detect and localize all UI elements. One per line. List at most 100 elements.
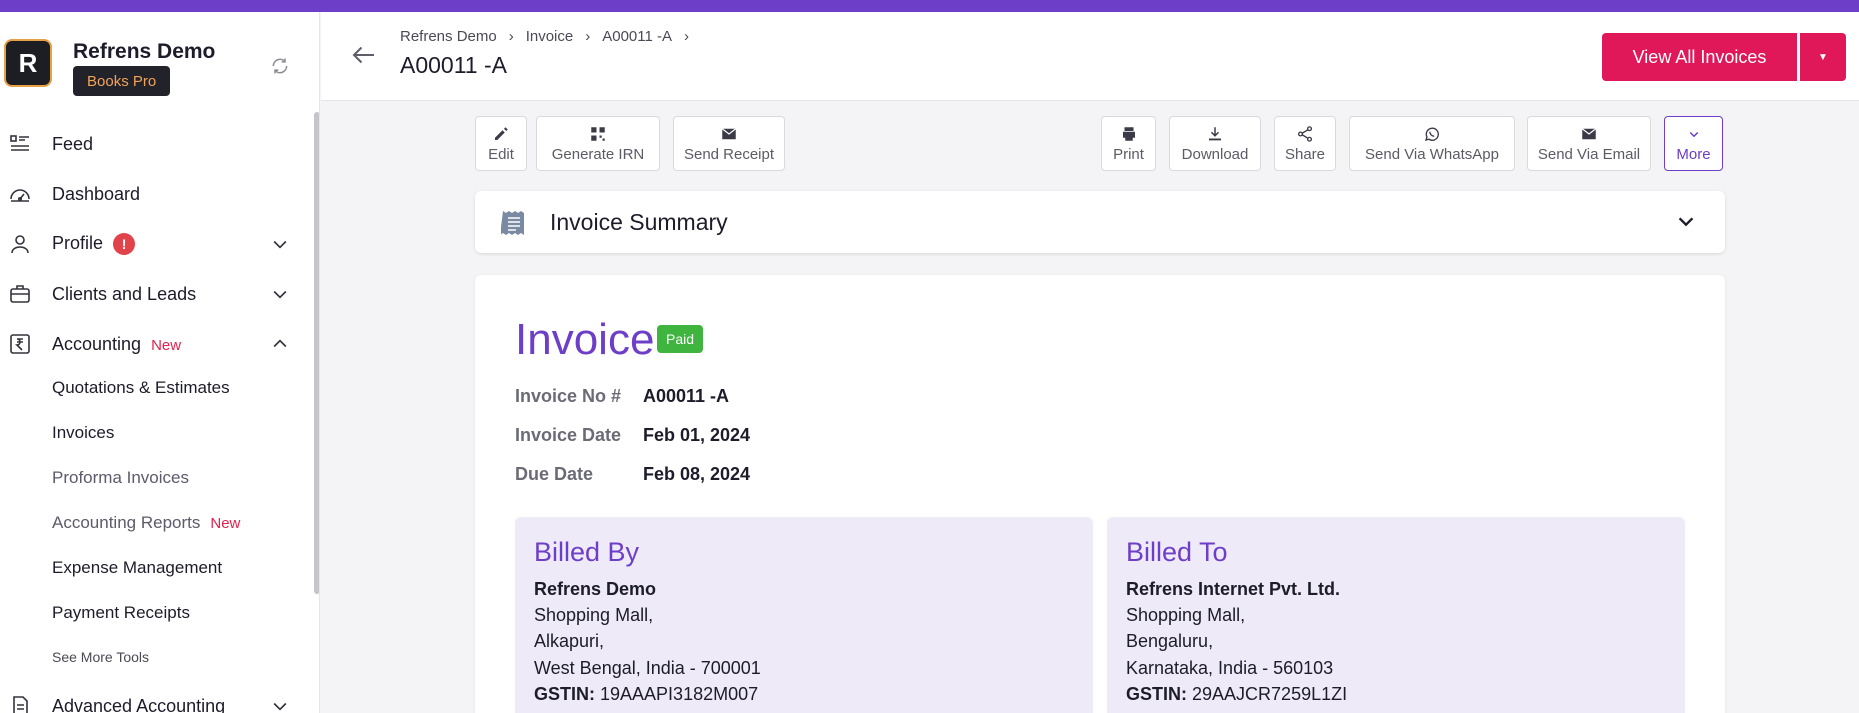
billed-by-address-line3: West Bengal, India - 700001 [534, 658, 761, 678]
due-date-value: Feb 08, 2024 [643, 464, 751, 484]
billed-to-gstin: GSTIN: 29AAJCR7259L1ZI [1126, 684, 1347, 705]
sidebar-item-label: Feed [52, 133, 94, 154]
send-receipt-label: Send Receipt [683, 145, 775, 163]
chevron-right-icon: › [585, 28, 591, 45]
view-all-invoices-button[interactable]: View All Invoices [1602, 33, 1797, 81]
user-icon [11, 235, 29, 254]
chevron-right-icon: › [684, 28, 690, 45]
plan-badge: Books Pro [73, 66, 171, 96]
more-label: More [1676, 145, 1711, 163]
send-receipt-button[interactable]: Send Receipt [673, 116, 785, 171]
org-name: Refrens Demo [73, 40, 216, 63]
accounting-label: Accounting [52, 333, 142, 354]
send-email-button[interactable]: Send Via Email [1527, 116, 1651, 171]
back-arrow-icon[interactable] [349, 40, 379, 70]
speedometer-icon [10, 189, 30, 202]
chevron-down-icon [273, 290, 287, 299]
breadcrumb-current[interactable]: A00011 -A [602, 28, 672, 45]
new-badge: New [210, 515, 241, 532]
sidebar-item-label: Clients and Leads [52, 283, 197, 304]
sidebar-item-label: Profile! [52, 233, 136, 255]
printer-icon [1122, 126, 1135, 141]
document-icon [13, 696, 28, 713]
sidebar-subitem-proforma[interactable]: Proforma Invoices [52, 468, 189, 488]
sidebar-item-label: Advanced Accounting [52, 695, 226, 713]
mail-icon [721, 127, 737, 139]
billed-by-name: Refrens Demo [534, 579, 657, 599]
edit-button[interactable]: Edit [475, 116, 527, 171]
sidebar-item-accounting[interactable]: Accounting New [0, 324, 300, 364]
generate-irn-label: Generate IRN [551, 145, 645, 163]
mail-icon [1581, 127, 1597, 139]
billed-to-address-line3: Karnataka, India - 560103 [1126, 658, 1334, 678]
org-switcher[interactable]: R Refrens Demo Books Pro [0, 12, 319, 108]
org-avatar: R [4, 39, 52, 87]
new-badge: New [151, 336, 182, 354]
sidebar-item-label: Dashboard [52, 183, 141, 204]
gstin-label: GSTIN: [1126, 684, 1187, 704]
billed-by-gstin: GSTIN: 19AAAPI3182M007 [534, 684, 758, 705]
gstin-value: 19AAAPI3182M007 [600, 684, 759, 704]
breadcrumb-invoice[interactable]: Invoice [526, 28, 574, 45]
download-label: Download [1181, 145, 1249, 163]
invoice-no-value: A00011 -A [643, 386, 730, 406]
page-title: A00011 -A [400, 52, 507, 78]
reports-label: Accounting Reports [52, 513, 201, 532]
share-label: Share [1284, 145, 1326, 163]
sidebar-item-dashboard[interactable]: Dashboard [0, 174, 300, 214]
billed-by-title: Billed By [534, 537, 640, 567]
sidebar-item-advanced-accounting[interactable]: Advanced Accounting [0, 686, 300, 713]
chevron-down-icon [1678, 217, 1694, 227]
sidebar-item-clients[interactable]: Clients and Leads [0, 274, 300, 314]
sync-icon[interactable] [270, 56, 290, 76]
send-whatsapp-button[interactable]: Send Via WhatsApp [1349, 116, 1515, 171]
download-button[interactable]: Download [1169, 116, 1261, 171]
chevron-up-icon [273, 339, 287, 348]
billed-to-name: Refrens Internet Pvt. Ltd. [1126, 579, 1341, 599]
invoice-summary-panel[interactable]: Invoice Summary [475, 191, 1725, 253]
billed-to-box: Billed To Refrens Internet Pvt. Ltd. Sho… [1107, 517, 1685, 713]
sidebar-subitem-payment-receipts[interactable]: Payment Receipts [52, 603, 190, 623]
receipt-icon [501, 211, 524, 235]
billed-by-address-line1: Shopping Mall, [534, 605, 654, 625]
more-button[interactable]: More [1664, 116, 1723, 171]
generate-irn-button[interactable]: Generate IRN [536, 116, 660, 171]
download-icon [1209, 126, 1221, 140]
share-icon [1297, 125, 1313, 142]
sidebar-subitem-reports[interactable]: Accounting Reports New [52, 513, 240, 533]
edit-label: Edit [488, 145, 514, 163]
sidebar-scrollbar[interactable] [314, 112, 319, 594]
due-date-label: Due Date [515, 464, 594, 484]
pencil-icon [495, 126, 508, 140]
page-header: Refrens Demo › Invoice › A00011 -A › A00… [321, 12, 1859, 101]
invoice-date-label: Invoice Date [515, 425, 622, 445]
breadcrumb-org[interactable]: Refrens Demo [400, 28, 497, 45]
print-button[interactable]: Print [1101, 116, 1156, 171]
chevron-down-icon [273, 240, 287, 249]
share-button[interactable]: Share [1274, 116, 1336, 171]
invoice-heading: Invoice [515, 315, 655, 364]
billed-by-address-line2: Alkapuri, [534, 631, 605, 651]
sidebar: R Refrens Demo Books Pro Feed Dashboard … [0, 12, 320, 713]
see-more-tools-link[interactable]: See More Tools [52, 649, 149, 665]
sidebar-subitem-expenses[interactable]: Expense Management [52, 558, 222, 578]
top-accent-bar [0, 0, 1859, 12]
chevron-right-icon: › [508, 28, 514, 45]
sidebar-item-feed[interactable]: Feed [0, 124, 300, 164]
billed-to-address-line1: Shopping Mall, [1126, 605, 1246, 625]
briefcase-icon [10, 285, 30, 303]
rupee-icon [10, 334, 30, 354]
sidebar-subitem-quotations[interactable]: Quotations & Estimates [52, 378, 230, 398]
breadcrumb: Refrens Demo › Invoice › A00011 -A › [400, 28, 701, 45]
invoice-no-label: Invoice No # [515, 386, 622, 406]
status-badge: Paid [657, 325, 704, 353]
billed-to-address-line2: Bengaluru, [1126, 631, 1214, 651]
chevron-down-icon [1689, 131, 1698, 137]
sidebar-item-profile[interactable]: Profile! [0, 224, 300, 264]
profile-label: Profile [52, 233, 104, 253]
sidebar-subitem-invoices[interactable]: Invoices [52, 423, 114, 443]
invoice-summary-title: Invoice Summary [550, 209, 728, 235]
primary-dropdown-button[interactable]: ▼ [1800, 33, 1846, 81]
qr-code-icon [591, 126, 605, 141]
chevron-down-icon [273, 702, 287, 711]
